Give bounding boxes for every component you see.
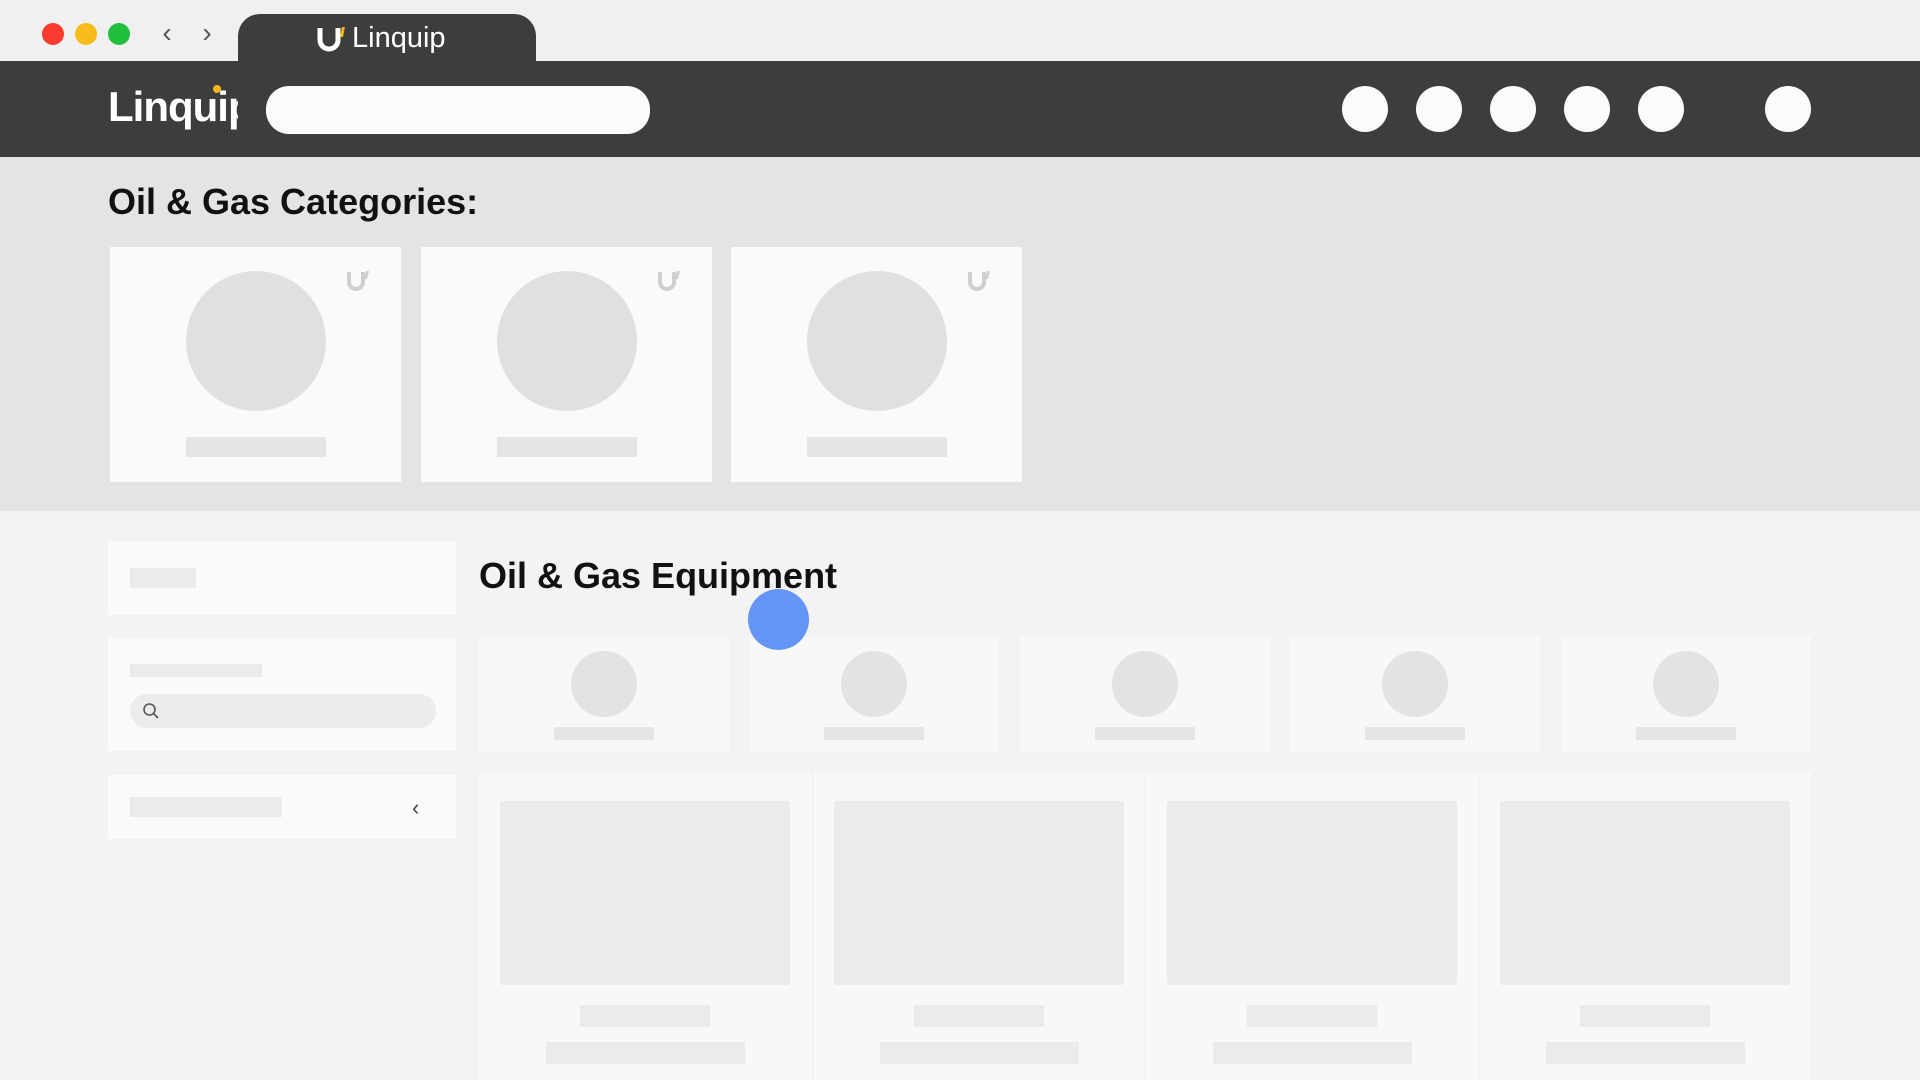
site-header: Linquip <box>0 61 1920 157</box>
categories-title: Oil & Gas Categories: <box>108 181 479 222</box>
product-subtitle-placeholder <box>1213 1042 1412 1064</box>
chevron-left-icon[interactable]: ‹ <box>154 18 180 48</box>
product-image-placeholder <box>1167 801 1457 985</box>
header-icon-3[interactable] <box>1490 86 1536 132</box>
product-title-placeholder <box>914 1005 1044 1027</box>
header-icon-1[interactable] <box>1342 86 1388 132</box>
chevron-right-icon[interactable]: › <box>194 18 220 48</box>
cursor-click-marker <box>748 589 809 650</box>
equipment-card[interactable] <box>479 637 729 752</box>
filter-heading-placeholder <box>130 568 196 588</box>
product-card[interactable] <box>1145 773 1479 1080</box>
product-title-placeholder <box>580 1005 710 1027</box>
product-title-placeholder <box>1580 1005 1710 1027</box>
close-window-button[interactable] <box>42 23 64 45</box>
filter-search-box <box>108 638 456 751</box>
product-subtitle-placeholder <box>1546 1042 1745 1064</box>
equipment-card[interactable] <box>1290 637 1540 752</box>
product-grid <box>479 773 1811 1080</box>
category-image-placeholder <box>807 271 947 411</box>
search-icon <box>143 703 159 719</box>
filter-header-box <box>108 541 456 615</box>
product-subtitle-placeholder <box>546 1042 745 1064</box>
equipment-label-placeholder <box>1365 727 1465 740</box>
header-search-input[interactable] <box>266 86 650 134</box>
category-label-placeholder <box>807 437 947 457</box>
product-title-placeholder <box>1247 1005 1377 1027</box>
linquip-watermark-icon <box>347 271 369 291</box>
avatar[interactable] <box>1765 86 1811 132</box>
equipment-card[interactable] <box>749 637 999 752</box>
filter-label-placeholder <box>130 664 262 677</box>
equipment-label-placeholder <box>554 727 654 740</box>
category-card[interactable] <box>731 247 1022 482</box>
header-icon-4[interactable] <box>1564 86 1610 132</box>
chevron-left-icon[interactable]: ‹ <box>412 797 432 819</box>
filter-search-input[interactable] <box>130 694 436 728</box>
filter-collapse-box[interactable]: ‹ <box>108 775 456 839</box>
product-card[interactable] <box>812 773 1146 1080</box>
linquip-logo-icon <box>317 27 345 52</box>
header-icon-5[interactable] <box>1638 86 1684 132</box>
tab-title: Linquip <box>352 22 446 54</box>
equipment-image-placeholder <box>571 651 637 717</box>
filter-section-placeholder <box>130 797 282 817</box>
category-label-placeholder <box>186 437 326 457</box>
equipment-card[interactable] <box>1020 637 1270 752</box>
header-icon-2[interactable] <box>1416 86 1462 132</box>
equipment-image-placeholder <box>1112 651 1178 717</box>
equipment-label-placeholder <box>1636 727 1736 740</box>
product-card[interactable] <box>1478 773 1812 1080</box>
linquip-watermark-icon <box>658 271 680 291</box>
product-image-placeholder <box>1500 801 1790 985</box>
equipment-card[interactable] <box>1561 637 1811 752</box>
category-label-placeholder <box>497 437 637 457</box>
maximize-window-button[interactable] <box>108 23 130 45</box>
equipment-image-placeholder <box>841 651 907 717</box>
category-image-placeholder <box>497 271 637 411</box>
category-card[interactable] <box>110 247 401 482</box>
categories-section: Oil & Gas Categories: <box>0 157 1920 511</box>
equipment-label-placeholder <box>1095 727 1195 740</box>
equipment-image-placeholder <box>1653 651 1719 717</box>
product-card[interactable] <box>479 773 812 1080</box>
product-image-placeholder <box>500 801 790 985</box>
linquip-watermark-icon <box>968 271 990 291</box>
linquip-logo[interactable]: Linquip <box>108 83 238 135</box>
browser-tab[interactable]: Linquip <box>238 14 536 61</box>
product-subtitle-placeholder <box>880 1042 1079 1064</box>
equipment-label-placeholder <box>824 727 924 740</box>
equipment-image-placeholder <box>1382 651 1448 717</box>
category-card[interactable] <box>421 247 712 482</box>
browser-chrome: ‹ › Linquip <box>0 0 1920 61</box>
minimize-window-button[interactable] <box>75 23 97 45</box>
product-image-placeholder <box>834 801 1124 985</box>
category-image-placeholder <box>186 271 326 411</box>
